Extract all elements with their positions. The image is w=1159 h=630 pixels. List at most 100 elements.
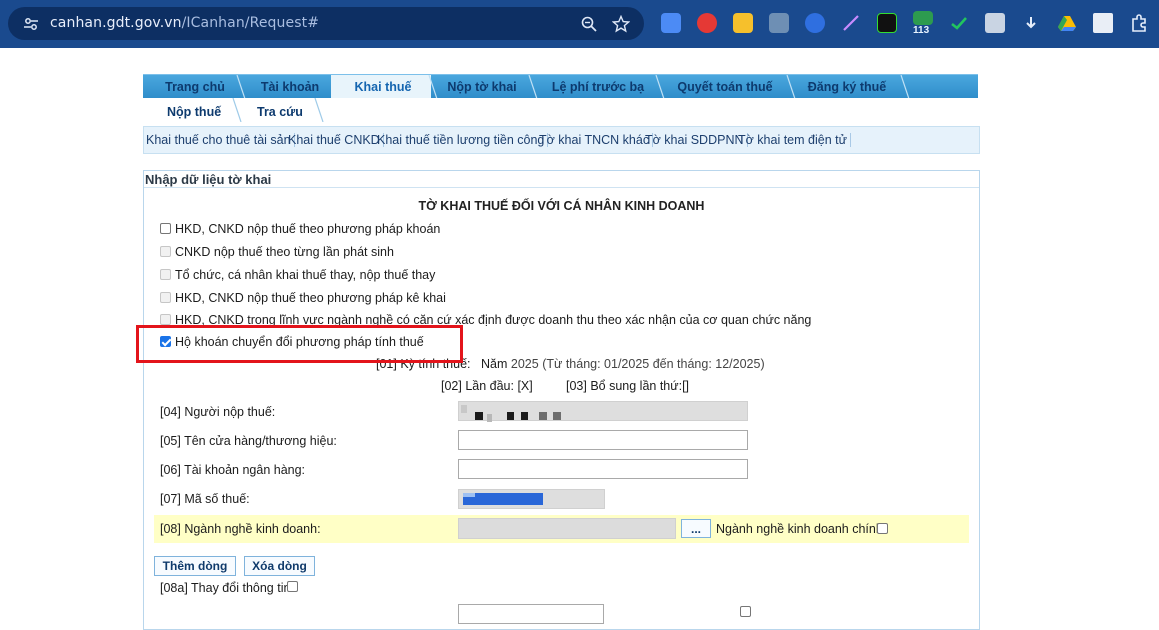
option-tung-lan: CNKD nộp thuế theo từng lần phát sinh (160, 245, 394, 259)
calendar-extension-icon[interactable] (913, 11, 933, 25)
tab-divider (236, 75, 246, 99)
redacted-block (507, 412, 514, 420)
main-nav: Trang chủ Tài khoản Khai thuế Nộp tờ kha… (143, 74, 978, 99)
main-industry-label: Ngành nghề kinh doanh chính (716, 522, 883, 536)
redacted-block (463, 493, 475, 497)
tab-divider (232, 98, 242, 122)
site-settings-icon[interactable] (23, 16, 39, 32)
bank-field[interactable] (458, 459, 748, 479)
declaration-panel: Nhập dữ liệu tờ khai TỜ KHAI THUẾ ĐỐI VỚ… (143, 170, 980, 630)
option-tung-lan-label: CNKD nộp thuế theo từng lần phát sinh (175, 245, 394, 259)
cut-off-field[interactable] (458, 604, 604, 624)
checkbox-khai-thay (160, 269, 171, 280)
tab-divider (786, 75, 796, 99)
taxpayer-label: [04] Người nộp thuế: (160, 405, 276, 419)
option-ke-khai: HKD, CNKD nộp thuế theo phương pháp kê k… (160, 291, 446, 305)
main-industry-checkbox[interactable] (877, 523, 888, 534)
taxcode-field (458, 489, 605, 509)
tab-divider (655, 75, 665, 99)
redacted-taxcode (463, 493, 543, 505)
option-khoan[interactable]: HKD, CNKD nộp thuế theo phương pháp khoá… (160, 222, 440, 236)
option-khoan-label: HKD, CNKD nộp thuế theo phương pháp khoá… (175, 222, 441, 236)
redacted-block (539, 412, 547, 420)
adblock-extension-icon[interactable] (697, 13, 717, 33)
period-range: (Từ tháng: 01/2025 đến tháng: 12/2025) (542, 357, 765, 371)
translate-extension-icon[interactable] (661, 13, 681, 33)
photo-extension-icon[interactable] (769, 13, 789, 33)
extensions-puzzle-icon[interactable] (1129, 13, 1149, 33)
change-info-checkbox[interactable] (287, 581, 298, 592)
tab-nop-to-khai[interactable]: Nộp tờ khai (437, 75, 527, 99)
sub-nav: Khai thuế cho thuê tài sản Khai thuế CNK… (143, 126, 980, 154)
add-row-button[interactable]: Thêm dòng (154, 556, 236, 576)
store-field[interactable] (458, 430, 748, 450)
cut-off-checkbox[interactable] (740, 606, 751, 617)
address-bar[interactable]: canhan.gdt.gov.vn/ICanhan/Request# (8, 7, 644, 40)
redacted-block (475, 412, 483, 420)
subtab-cho-thue-tai-san[interactable]: Khai thuế cho thuê tài sản (146, 133, 295, 147)
taxpayer-field (458, 401, 748, 422)
taxcode-label: [07] Mã số thuế: (160, 492, 250, 506)
tab-dang-ky-thue[interactable]: Đăng ký thuế (797, 75, 897, 99)
settings-extension-icon[interactable] (805, 13, 825, 33)
tab-divider (314, 98, 324, 122)
tab-divider (900, 75, 910, 99)
redacted-block (553, 412, 561, 420)
secondary-nav: Nộp thuế Tra cứu (143, 98, 978, 126)
redacted-block (461, 405, 467, 413)
check-extension-icon[interactable] (949, 13, 969, 33)
subtab-tncn-khac[interactable]: Tờ khai TNCN khác (539, 133, 654, 147)
industry-browse-button[interactable]: ... (681, 519, 711, 538)
redacted-block (487, 414, 492, 422)
notes-extension-icon[interactable] (733, 13, 753, 33)
tab-le-phi-truoc-ba[interactable]: Lệ phí trước bạ (538, 75, 658, 99)
reader-extension-icon[interactable] (1093, 13, 1113, 33)
checkbox-xac-nhan (160, 314, 171, 325)
tab-khai-thue[interactable]: Khai thuế (338, 75, 428, 99)
tab-nop-thue[interactable]: Nộp thuế (167, 105, 221, 119)
tab-tra-cuu[interactable]: Tra cứu (257, 105, 303, 119)
option-khai-thay: Tổ chức, cá nhân khai thuế thay, nộp thu… (160, 268, 435, 282)
bookmark-star-icon[interactable] (612, 15, 630, 33)
bank-label: [06] Tài khoản ngân hàng: (160, 463, 306, 477)
subtab-cnkd[interactable]: Khai thuế CNKD (288, 133, 384, 147)
supplement-label: [03] Bổ sung lần thứ:[] (566, 379, 690, 393)
subtab-tem-dien-tu[interactable]: Tờ khai tem điện tử (738, 133, 851, 147)
period-value: Năm 2025 (Từ tháng: 01/2025 đến tháng: 1… (481, 357, 765, 371)
drive-extension-icon[interactable] (1057, 13, 1077, 33)
checkbox-tung-lan (160, 246, 171, 257)
tab-quyet-toan-thue[interactable]: Quyết toán thuế (665, 75, 785, 99)
redacted-block (521, 412, 528, 420)
calendar-badge: 113 (913, 25, 930, 36)
url-host: canhan.gdt.gov.vn (50, 15, 182, 31)
industry-field (458, 518, 676, 539)
browser-toolbar: canhan.gdt.gov.vn/ICanhan/Request# 113 (0, 0, 1159, 48)
store-label: [05] Tên cửa hàng/thương hiệu: (160, 434, 337, 448)
change-info-label: [08a] Thay đổi thông tin (160, 581, 291, 595)
divider (144, 187, 979, 188)
subtab-sddpnn[interactable]: Tờ khai SDDPNN (645, 133, 748, 147)
camera-extension-icon[interactable] (985, 13, 1005, 33)
tab-divider (428, 75, 438, 99)
tab-divider (528, 75, 538, 99)
subtab-tien-luong[interactable]: Khai thuế tiền lương tiền công (377, 133, 549, 147)
tab-tai-khoan[interactable]: Tài khoản (245, 75, 335, 99)
highlight-annotation (136, 325, 463, 363)
panel-heading: Nhập dữ liệu tờ khai (145, 172, 272, 187)
download-extension-icon[interactable] (1021, 13, 1041, 33)
period-year-prefix: Năm (481, 357, 508, 371)
option-khai-thay-label: Tổ chức, cá nhân khai thuế thay, nộp thu… (175, 268, 436, 282)
form-title: TỜ KHAI THUẾ ĐỐI VỚI CÁ NHÂN KINH DOANH (418, 199, 705, 213)
checkbox-khoan[interactable] (160, 223, 171, 234)
feather-extension-icon[interactable] (841, 13, 861, 33)
tab-trang-chu[interactable]: Trang chủ (155, 75, 235, 99)
zoom-icon[interactable] (580, 15, 598, 33)
writer-extension-icon[interactable] (877, 13, 897, 33)
checkbox-ke-khai (160, 292, 171, 303)
first-time-label: [02] Lần đầu: [X] (441, 379, 533, 393)
url-path: /ICanhan/Request# (181, 15, 320, 31)
url-text[interactable]: canhan.gdt.gov.vn/ICanhan/Request# (50, 15, 319, 31)
delete-row-button[interactable]: Xóa dòng (244, 556, 315, 576)
option-ke-khai-label: HKD, CNKD nộp thuế theo phương pháp kê k… (175, 291, 446, 305)
industry-label: [08] Ngành nghề kinh doanh: (160, 522, 321, 536)
